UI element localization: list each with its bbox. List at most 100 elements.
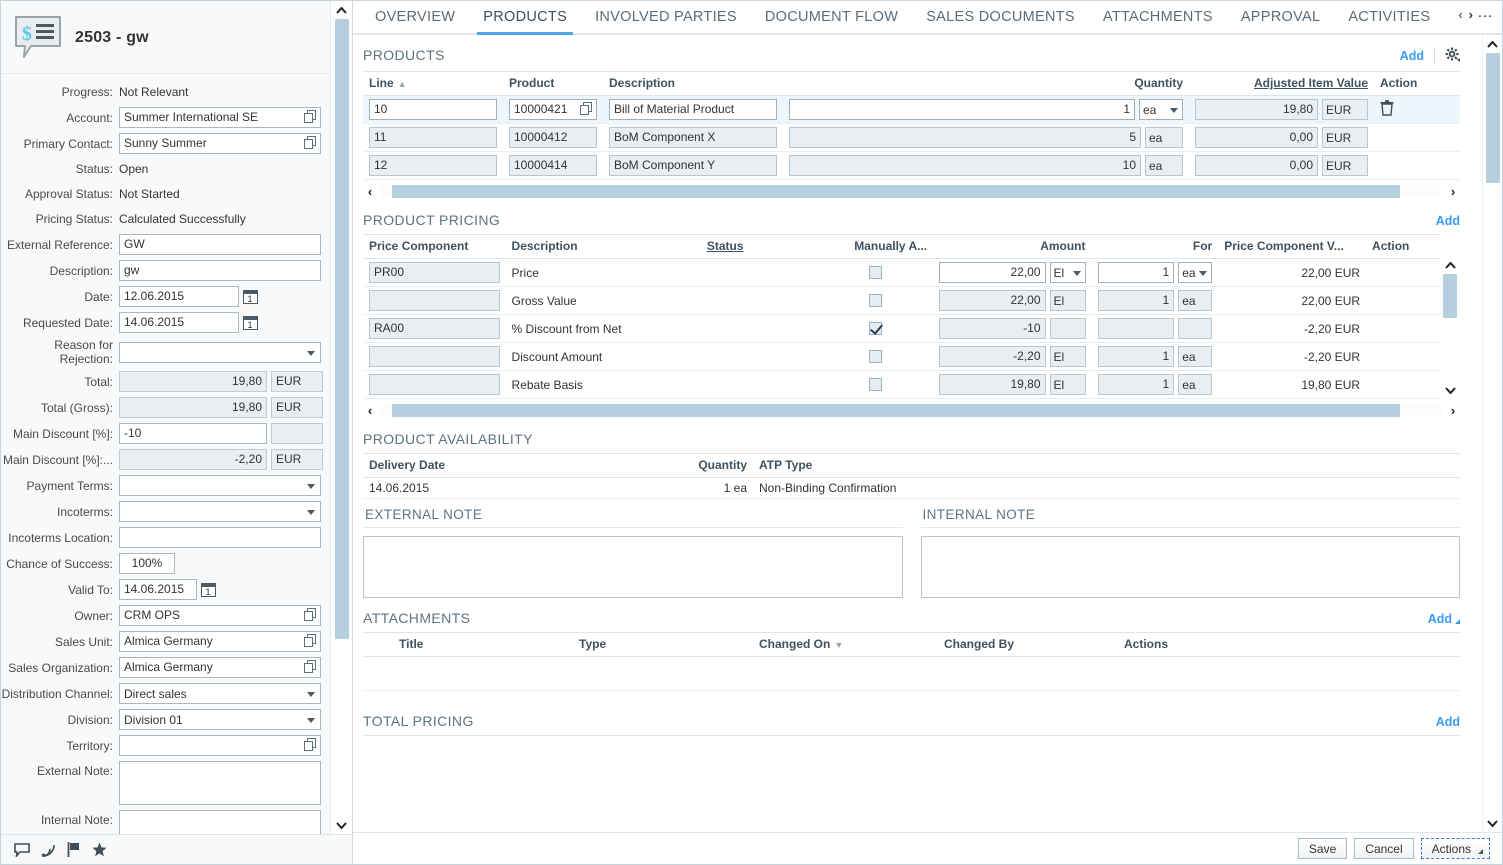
tab-approval[interactable]: APPROVAL [1227, 9, 1335, 33]
sales-organization-input[interactable]: Almica Germany [119, 657, 321, 678]
calendar-icon[interactable]: 1 [243, 315, 258, 330]
products-horizontal-scrollbar[interactable]: ‹ › [363, 182, 1460, 200]
territory-input[interactable] [119, 735, 321, 756]
unit-select[interactable]: ea [1139, 99, 1183, 120]
comment-icon[interactable] [14, 842, 30, 857]
table-row[interactable]: PR00 Price 22,00 El 1 ea 22,00 EUR [363, 258, 1440, 287]
value-help-icon[interactable] [304, 634, 318, 648]
line-input[interactable]: 10 [369, 99, 497, 120]
scroll-down-arrow[interactable] [1439, 381, 1461, 399]
incoterms-location-input[interactable] [119, 527, 321, 548]
column-header-description[interactable]: Description [505, 234, 701, 259]
scrollbar-thumb[interactable] [334, 19, 349, 639]
scrollbar-track[interactable] [381, 184, 1442, 198]
product-pricing-add-link[interactable]: Add [1436, 214, 1460, 228]
column-header-delivery-date[interactable]: Delivery Date [363, 453, 673, 478]
main-discount-input[interactable]: -10 [119, 423, 267, 444]
table-row[interactable]: Gross Value 22,00 El 1 ea 22,00 EUR [363, 286, 1440, 315]
for-input[interactable]: 1 [1097, 290, 1175, 311]
gear-icon[interactable] [1445, 47, 1460, 65]
primary-contact-input[interactable]: Sunny Summer [119, 133, 321, 154]
scrollbar-thumb[interactable] [1443, 274, 1457, 318]
incoterms-select[interactable] [119, 501, 321, 522]
total-pricing-add-link[interactable]: Add [1436, 715, 1460, 729]
internal-note-textarea[interactable] [119, 810, 321, 834]
scroll-down-arrow[interactable] [331, 816, 353, 834]
price-component-input[interactable]: PR00 [369, 262, 500, 283]
valid-to-input[interactable]: 14.06.2015 [119, 579, 197, 600]
products-add-link[interactable]: Add [1400, 49, 1424, 63]
amount-input[interactable]: 22,00 [939, 290, 1046, 311]
adjusted-item-value-input[interactable]: 0,00 [1195, 127, 1318, 148]
total-gross-input[interactable]: 19,80 [119, 397, 267, 418]
value-help-icon[interactable] [304, 110, 318, 124]
pricing-vertical-scrollbar[interactable] [1440, 234, 1460, 399]
adjusted-item-value-input[interactable]: 0,00 [1195, 155, 1318, 176]
table-row[interactable]: Rebate Basis 19,80 El 1 ea 19,80 EUR [363, 370, 1440, 399]
for-input[interactable]: 1 [1097, 374, 1175, 395]
amount-input[interactable]: 22,00 [939, 262, 1046, 283]
scroll-up-arrow[interactable] [1439, 256, 1461, 274]
column-header-title[interactable]: Title [393, 632, 573, 657]
scroll-down-arrow[interactable] [1482, 814, 1503, 832]
attachments-add-link[interactable]: Add [1428, 612, 1452, 626]
line-input[interactable]: 11 [369, 127, 497, 148]
scroll-up-arrow[interactable] [1482, 35, 1503, 53]
manually-applied-checkbox[interactable] [868, 322, 882, 335]
scroll-right-arrow[interactable]: › [1446, 184, 1460, 199]
cancel-button[interactable]: Cancel [1354, 838, 1414, 859]
distribution-channel-select[interactable]: Direct sales [119, 683, 321, 704]
division-select[interactable]: Division 01 [119, 709, 321, 730]
column-header-adjusted-item-value[interactable]: Adjusted Item Value [1189, 71, 1374, 96]
column-header-type[interactable]: Type [573, 632, 753, 657]
manually-applied-checkbox[interactable] [868, 378, 882, 391]
value-help-icon[interactable] [304, 738, 318, 752]
description-input[interactable]: gw [119, 260, 321, 281]
quantity-input[interactable]: 1 [789, 99, 1135, 120]
internal-note-textarea[interactable] [920, 536, 1460, 598]
flag-icon[interactable] [67, 842, 81, 857]
manually-applied-checkbox[interactable] [868, 294, 882, 307]
column-header-quantity[interactable]: Quantity [783, 71, 1189, 96]
scroll-right-arrow[interactable]: › [1446, 403, 1460, 418]
description-input[interactable]: BoM Component X [609, 127, 777, 148]
price-component-input[interactable] [369, 346, 500, 367]
for-input[interactable]: 1 [1097, 262, 1175, 283]
product-input[interactable]: 10000414 [509, 155, 597, 176]
save-button[interactable]: Save [1297, 838, 1348, 859]
description-input[interactable]: Bill of Material Product [609, 99, 777, 120]
star-icon[interactable] [92, 842, 107, 857]
table-row[interactable]: 10 10000421 Bill of Material Product 1 e… [363, 95, 1460, 124]
tab-next-icon[interactable]: › [1467, 7, 1475, 22]
for-input[interactable] [1097, 318, 1175, 339]
tab-document-flow[interactable]: DOCUMENT FLOW [751, 9, 912, 33]
price-component-input[interactable] [369, 290, 500, 311]
scrollbar-track[interactable] [381, 403, 1442, 417]
manually-applied-checkbox[interactable] [868, 266, 882, 279]
table-row[interactable]: RA00 % Discount from Net -10 -2,20 EUR [363, 314, 1440, 343]
column-header-line[interactable]: Line ▲ [363, 71, 503, 96]
column-header-changed-on[interactable]: Changed On ▼ [753, 632, 938, 657]
tab-attachments[interactable]: ATTACHMENTS [1089, 9, 1227, 33]
scrollbar-thumb[interactable] [391, 403, 1400, 417]
calendar-icon[interactable]: 1 [201, 582, 216, 597]
scrollbar-track[interactable] [1485, 53, 1500, 814]
column-header-price-component-value[interactable]: Price Component V... [1218, 234, 1367, 259]
external-note-textarea[interactable] [363, 536, 903, 598]
scroll-left-arrow[interactable]: ‹ [363, 403, 377, 418]
content-vertical-scrollbar[interactable] [1482, 35, 1502, 832]
amount-input[interactable]: -2,20 [939, 346, 1046, 367]
quantity-input[interactable]: 5 [789, 127, 1141, 148]
column-header-for[interactable]: For [1091, 234, 1219, 259]
requested-date-input[interactable]: 14.06.2015 [119, 312, 239, 333]
price-component-input[interactable] [369, 374, 500, 395]
tab-products[interactable]: PRODUCTS [469, 9, 581, 35]
main-discount-amount-input[interactable]: -2,20 [119, 449, 267, 470]
value-help-icon[interactable] [304, 660, 318, 674]
column-header-amount[interactable]: Amount [933, 234, 1092, 259]
payment-terms-select[interactable] [119, 475, 321, 496]
adjusted-item-value-input[interactable]: 19,80 [1195, 99, 1318, 120]
scrollbar-track[interactable] [334, 19, 349, 816]
amount-input[interactable]: -10 [939, 318, 1046, 339]
calendar-icon[interactable]: 1 [243, 289, 258, 304]
